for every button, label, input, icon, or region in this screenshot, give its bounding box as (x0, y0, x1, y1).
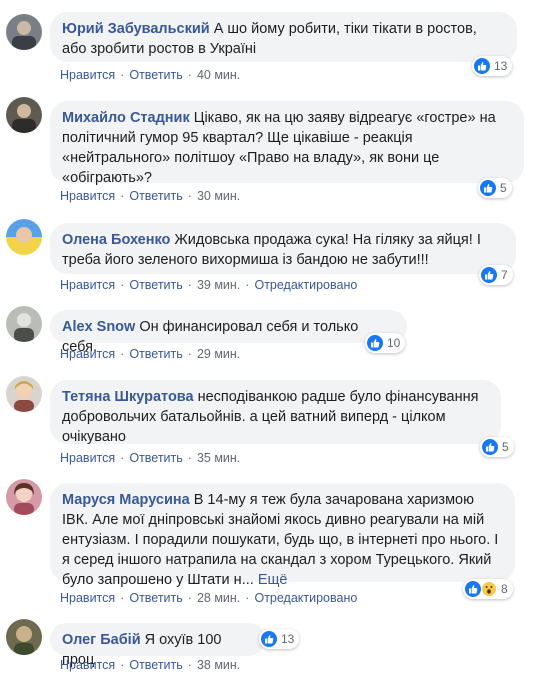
comment-actions: Нравится · Ответить · 29 мин. (60, 347, 240, 361)
avatar[interactable] (6, 619, 42, 655)
reaction-number: 13 (494, 59, 508, 73)
reaction-number: 7 (501, 268, 508, 282)
like-icon (481, 267, 497, 283)
reply-link[interactable]: Ответить (129, 189, 182, 203)
reaction-count[interactable]: 13 (259, 629, 300, 649)
separator: · (187, 278, 192, 292)
reaction-number: 10 (387, 336, 401, 350)
edited-label[interactable]: Отредактировано (254, 278, 357, 292)
comment-author[interactable]: Юрий Забувальский (62, 21, 210, 37)
separator: · (187, 591, 192, 605)
like-icon (261, 631, 277, 647)
separator: · (187, 658, 192, 672)
comment-actions: Нравится · Ответить · 38 мин. (60, 658, 240, 672)
reaction-count[interactable]: 13 (472, 56, 513, 76)
separator: · (245, 278, 250, 292)
separator: · (187, 189, 192, 203)
reply-link[interactable]: Ответить (129, 278, 182, 292)
like-link[interactable]: Нравится (60, 68, 115, 82)
comment-author[interactable]: Михайло Стадник (62, 110, 190, 126)
comment-bubble: Олена Бохенко Жидовська продажа сука! На … (50, 223, 516, 274)
avatar[interactable] (6, 306, 42, 342)
reaction-count[interactable]: 5 (480, 437, 514, 457)
like-link[interactable]: Нравится (60, 591, 115, 605)
separator: · (120, 347, 125, 361)
comment-bubble: Маруся Марусина В 14-му я теж була зачаро… (50, 483, 515, 588)
comment-time[interactable]: 30 мин. (197, 189, 240, 203)
reply-link[interactable]: Ответить (129, 591, 182, 605)
comment-actions: Нравится · Ответить · 39 мин. · Отредактирован… (60, 278, 357, 292)
like-icon (482, 439, 498, 455)
like-link[interactable]: Нравится (60, 189, 115, 203)
edited-label[interactable]: Отредактировано (254, 591, 357, 605)
separator: · (245, 591, 250, 605)
reaction-count[interactable]: 7 (479, 265, 513, 285)
avatar[interactable] (6, 97, 42, 133)
reaction-count[interactable]: 8 (463, 579, 513, 599)
reply-link[interactable]: Ответить (129, 658, 182, 672)
comment-author[interactable]: Олег Бабій (62, 632, 141, 648)
reply-link[interactable]: Ответить (129, 68, 182, 82)
separator: · (120, 451, 125, 465)
separator: · (120, 189, 125, 203)
avatar[interactable] (6, 219, 42, 255)
comment-bubble: Alex Snow Он финансировал себя и только с… (50, 310, 407, 355)
avatar[interactable] (6, 376, 42, 412)
separator: · (187, 451, 192, 465)
comment-author[interactable]: Маруся Марусина (62, 492, 190, 508)
like-icon (480, 180, 496, 196)
like-icon (465, 581, 481, 597)
comment-actions: Нравится · Ответить · 30 мин. (60, 189, 240, 203)
comment-bubble: Олег Бабій Я охуїв 100 проц (50, 623, 265, 668)
like-link[interactable]: Нравится (60, 658, 115, 672)
comment-time[interactable]: 28 мин. (197, 591, 240, 605)
reaction-number: 5 (502, 440, 509, 454)
separator: · (187, 347, 192, 361)
like-link[interactable]: Нравится (60, 347, 115, 361)
see-more-link[interactable]: Ещё (258, 572, 288, 588)
comment-time[interactable]: 29 мин. (197, 347, 240, 361)
comment-author[interactable]: Тетяна Шкуратова (62, 389, 194, 405)
comment-actions: Нравится · Ответить · 28 мин. · Отредактирован… (60, 591, 357, 605)
wow-icon (481, 581, 497, 597)
like-link[interactable]: Нравится (60, 451, 115, 465)
reaction-number: 5 (500, 181, 507, 195)
avatar[interactable] (6, 479, 42, 515)
reply-link[interactable]: Ответить (129, 347, 182, 361)
avatar[interactable] (6, 14, 42, 50)
separator: · (120, 278, 125, 292)
comment-time[interactable]: 40 мин. (197, 68, 240, 82)
comment-author[interactable]: Олена Бохенко (62, 232, 170, 248)
separator: · (120, 68, 125, 82)
comment-actions: Нравится · Ответить · 40 мин. (60, 68, 240, 82)
comment-time[interactable]: 38 мин. (197, 658, 240, 672)
separator: · (187, 68, 192, 82)
reaction-count[interactable]: 10 (365, 333, 406, 353)
comment-actions: Нравится · Ответить · 35 мин. (60, 451, 240, 465)
comment-bubble: Юрий Забувальский А шо йому робити, тіки … (50, 12, 517, 62)
separator: · (120, 591, 125, 605)
reaction-count[interactable]: 5 (478, 178, 512, 198)
comment-time[interactable]: 39 мин. (197, 278, 240, 292)
like-link[interactable]: Нравится (60, 278, 115, 292)
comment-bubble: Тетяна Шкуратова несподіванкою радше було… (50, 380, 501, 445)
like-icon (474, 58, 490, 74)
reply-link[interactable]: Ответить (129, 451, 182, 465)
comment-time[interactable]: 35 мин. (197, 451, 240, 465)
reaction-number: 13 (281, 632, 295, 646)
reaction-number: 8 (501, 582, 508, 596)
comment-author[interactable]: Alex Snow (62, 319, 135, 335)
separator: · (120, 658, 125, 672)
comment-bubble: Михайло Стадник Цікаво, як на цю заяву ві… (50, 101, 524, 186)
like-icon (367, 335, 383, 351)
